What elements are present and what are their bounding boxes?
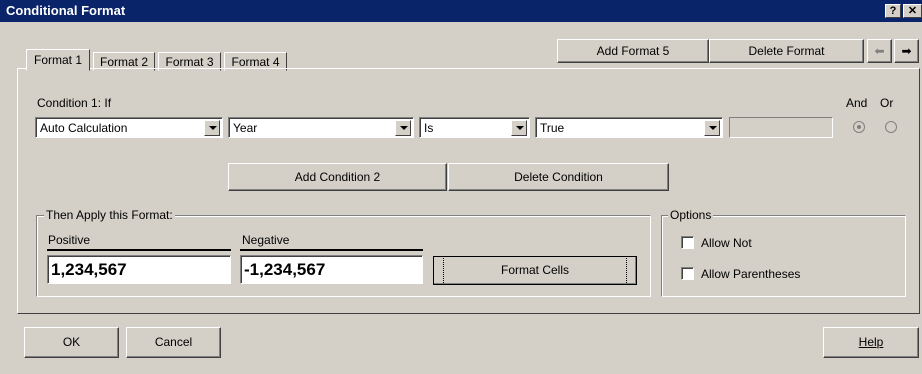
format-cells-label: Format Cells [442, 256, 628, 285]
tab-label: Format 4 [231, 55, 280, 69]
condition-label: Condition 1: If [37, 96, 112, 110]
or-label: Or [880, 96, 894, 110]
apply-format-legend: Then Apply this Format: [44, 208, 175, 222]
delete-format-button[interactable]: Delete Format [709, 39, 864, 63]
chevron-down-icon[interactable] [204, 120, 220, 136]
delete-condition-label: Delete Condition [514, 170, 603, 184]
delete-condition-button[interactable]: Delete Condition [448, 163, 669, 191]
chevron-down-icon[interactable] [395, 120, 411, 136]
allow-parentheses-checkbox[interactable] [681, 267, 694, 280]
allow-not-checkbox[interactable] [681, 236, 694, 249]
positive-label: Positive [48, 233, 91, 247]
allow-parentheses-label: Allow Parentheses [701, 267, 801, 281]
positive-value: 1,234,567 [51, 260, 127, 279]
operator-combo[interactable]: Is [419, 117, 530, 138]
add-format-button[interactable]: Add Format 5 [557, 39, 709, 63]
tab-label: Format 2 [99, 55, 148, 69]
prev-format-button[interactable]: ⬅ [867, 39, 892, 63]
ok-button[interactable]: OK [24, 327, 119, 358]
arrow-left-icon: ⬅ [874, 44, 885, 58]
field-value: Auto Calculation [40, 121, 128, 135]
close-icon[interactable]: ✕ [903, 4, 922, 18]
chevron-down-icon[interactable] [704, 120, 720, 136]
help-icon[interactable]: ? [885, 4, 901, 18]
delete-format-label: Delete Format [748, 44, 825, 58]
chevron-down-icon[interactable] [511, 120, 527, 136]
window-title: Conditional Format [6, 3, 126, 18]
title-bar [0, 0, 922, 22]
value-text: True [540, 121, 565, 135]
cancel-button[interactable]: Cancel [126, 327, 221, 358]
value-combo[interactable]: True [535, 117, 723, 138]
positive-divider [47, 249, 231, 251]
cancel-label: Cancel [154, 335, 193, 349]
extra-value-field [729, 117, 833, 138]
help-button[interactable]: Help [823, 327, 919, 358]
add-condition-label: Add Condition 2 [294, 170, 381, 184]
add-format-label: Add Format 5 [596, 44, 670, 58]
ok-label: OK [62, 335, 81, 349]
field-combo[interactable]: Auto Calculation [35, 117, 223, 138]
options-group [661, 215, 906, 297]
period-combo[interactable]: Year [228, 117, 414, 138]
and-label: And [846, 96, 868, 110]
positive-sample: 1,234,567 [47, 255, 231, 284]
format-cells-button[interactable]: Format Cells [433, 256, 637, 285]
or-radio[interactable] [885, 121, 897, 133]
add-condition-button[interactable]: Add Condition 2 [228, 163, 447, 191]
period-value: Year [233, 121, 258, 135]
allow-not-label: Allow Not [701, 236, 752, 250]
options-legend: Options [668, 208, 714, 222]
tab-label: Format 3 [165, 55, 214, 69]
tab-label: Format 1 [33, 53, 82, 67]
negative-label: Negative [242, 233, 290, 247]
help-label: Help [858, 335, 884, 349]
negative-value: -1,234,567 [244, 260, 326, 279]
negative-divider [240, 249, 423, 251]
tab-format-1[interactable]: Format 1 [26, 49, 90, 71]
arrow-right-icon: ➡ [901, 44, 912, 58]
negative-sample: -1,234,567 [240, 255, 423, 284]
and-radio[interactable] [853, 121, 865, 133]
operator-value: Is [424, 121, 434, 135]
next-format-button[interactable]: ➡ [894, 39, 919, 63]
